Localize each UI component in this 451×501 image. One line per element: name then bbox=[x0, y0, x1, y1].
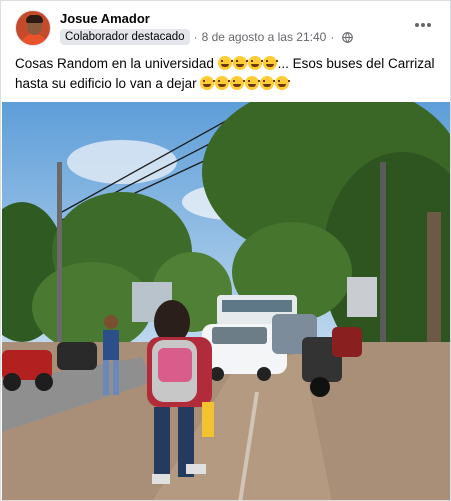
laughing-emoji-icon bbox=[260, 76, 276, 90]
laughing-emoji-icon bbox=[232, 56, 248, 70]
emoji-group-1 bbox=[217, 56, 278, 71]
post-card: Josue Amador Colaborador destacado · 8 d… bbox=[0, 0, 451, 501]
post-text-line2: hasta su edificio lo van a dejar bbox=[15, 76, 197, 91]
post-meta: Colaborador destacado · 8 de agosto a la… bbox=[60, 28, 354, 46]
more-options-icon[interactable] bbox=[410, 15, 436, 35]
laughing-emoji-icon bbox=[200, 76, 216, 90]
laughing-emoji-icon bbox=[262, 56, 278, 70]
author-name[interactable]: Josue Amador bbox=[60, 11, 150, 26]
laughing-emoji-icon bbox=[247, 56, 263, 70]
post-text-line1: Cosas Random en la universidad bbox=[15, 56, 214, 71]
author-avatar[interactable] bbox=[15, 10, 51, 46]
street-scene-image bbox=[2, 102, 450, 500]
post-text: Cosas Random en la universidad ... Esos … bbox=[15, 54, 435, 94]
top-contributor-badge[interactable]: Colaborador destacado bbox=[60, 29, 190, 45]
post-photo[interactable] bbox=[2, 102, 450, 500]
laughing-emoji-icon bbox=[245, 76, 261, 90]
laughing-emoji-icon bbox=[230, 76, 246, 90]
post-text-line1-tail: ... Esos buses del Carrizal bbox=[277, 56, 435, 71]
post-header: Josue Amador Colaborador destacado · 8 d… bbox=[15, 9, 436, 49]
globe-icon bbox=[342, 31, 354, 43]
laughing-emoji-icon bbox=[275, 76, 291, 90]
emoji-group-2 bbox=[200, 76, 291, 91]
post-timestamp[interactable]: 8 de agosto a las 21:40 bbox=[202, 30, 327, 44]
laughing-emoji-icon bbox=[217, 56, 233, 70]
laughing-emoji-icon bbox=[215, 76, 231, 90]
